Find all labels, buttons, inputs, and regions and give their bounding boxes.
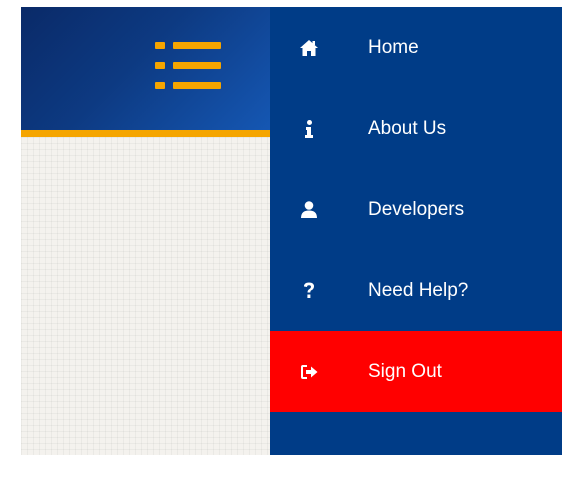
menu-item-need-help[interactable]: Need Help? xyxy=(270,250,562,331)
sign-out-icon xyxy=(300,363,318,381)
user-icon xyxy=(300,201,318,219)
menu-item-label: About Us xyxy=(368,117,447,139)
content-area xyxy=(21,137,270,455)
menu-toggle-button[interactable] xyxy=(155,40,231,92)
main-panel xyxy=(21,7,270,455)
app-window: Home About Us Developers Need Help? Sign… xyxy=(21,7,562,455)
home-icon xyxy=(300,39,318,57)
menu-item-home[interactable]: Home xyxy=(270,7,562,88)
accent-stripe xyxy=(21,130,270,137)
menu-item-label: Sign Out xyxy=(368,360,442,382)
menu-item-sign-out[interactable]: Sign Out xyxy=(270,331,562,412)
menu-item-label: Developers xyxy=(368,198,465,220)
menu-item-label: Need Help? xyxy=(368,279,469,301)
top-bar xyxy=(21,7,270,130)
menu-item-label: Home xyxy=(368,36,419,58)
info-icon xyxy=(300,119,318,138)
menu-item-developers[interactable]: Developers xyxy=(270,169,562,250)
side-menu: Home About Us Developers Need Help? Sign… xyxy=(270,7,562,455)
menu-item-about-us[interactable]: About Us xyxy=(270,88,562,169)
question-icon xyxy=(300,282,318,300)
